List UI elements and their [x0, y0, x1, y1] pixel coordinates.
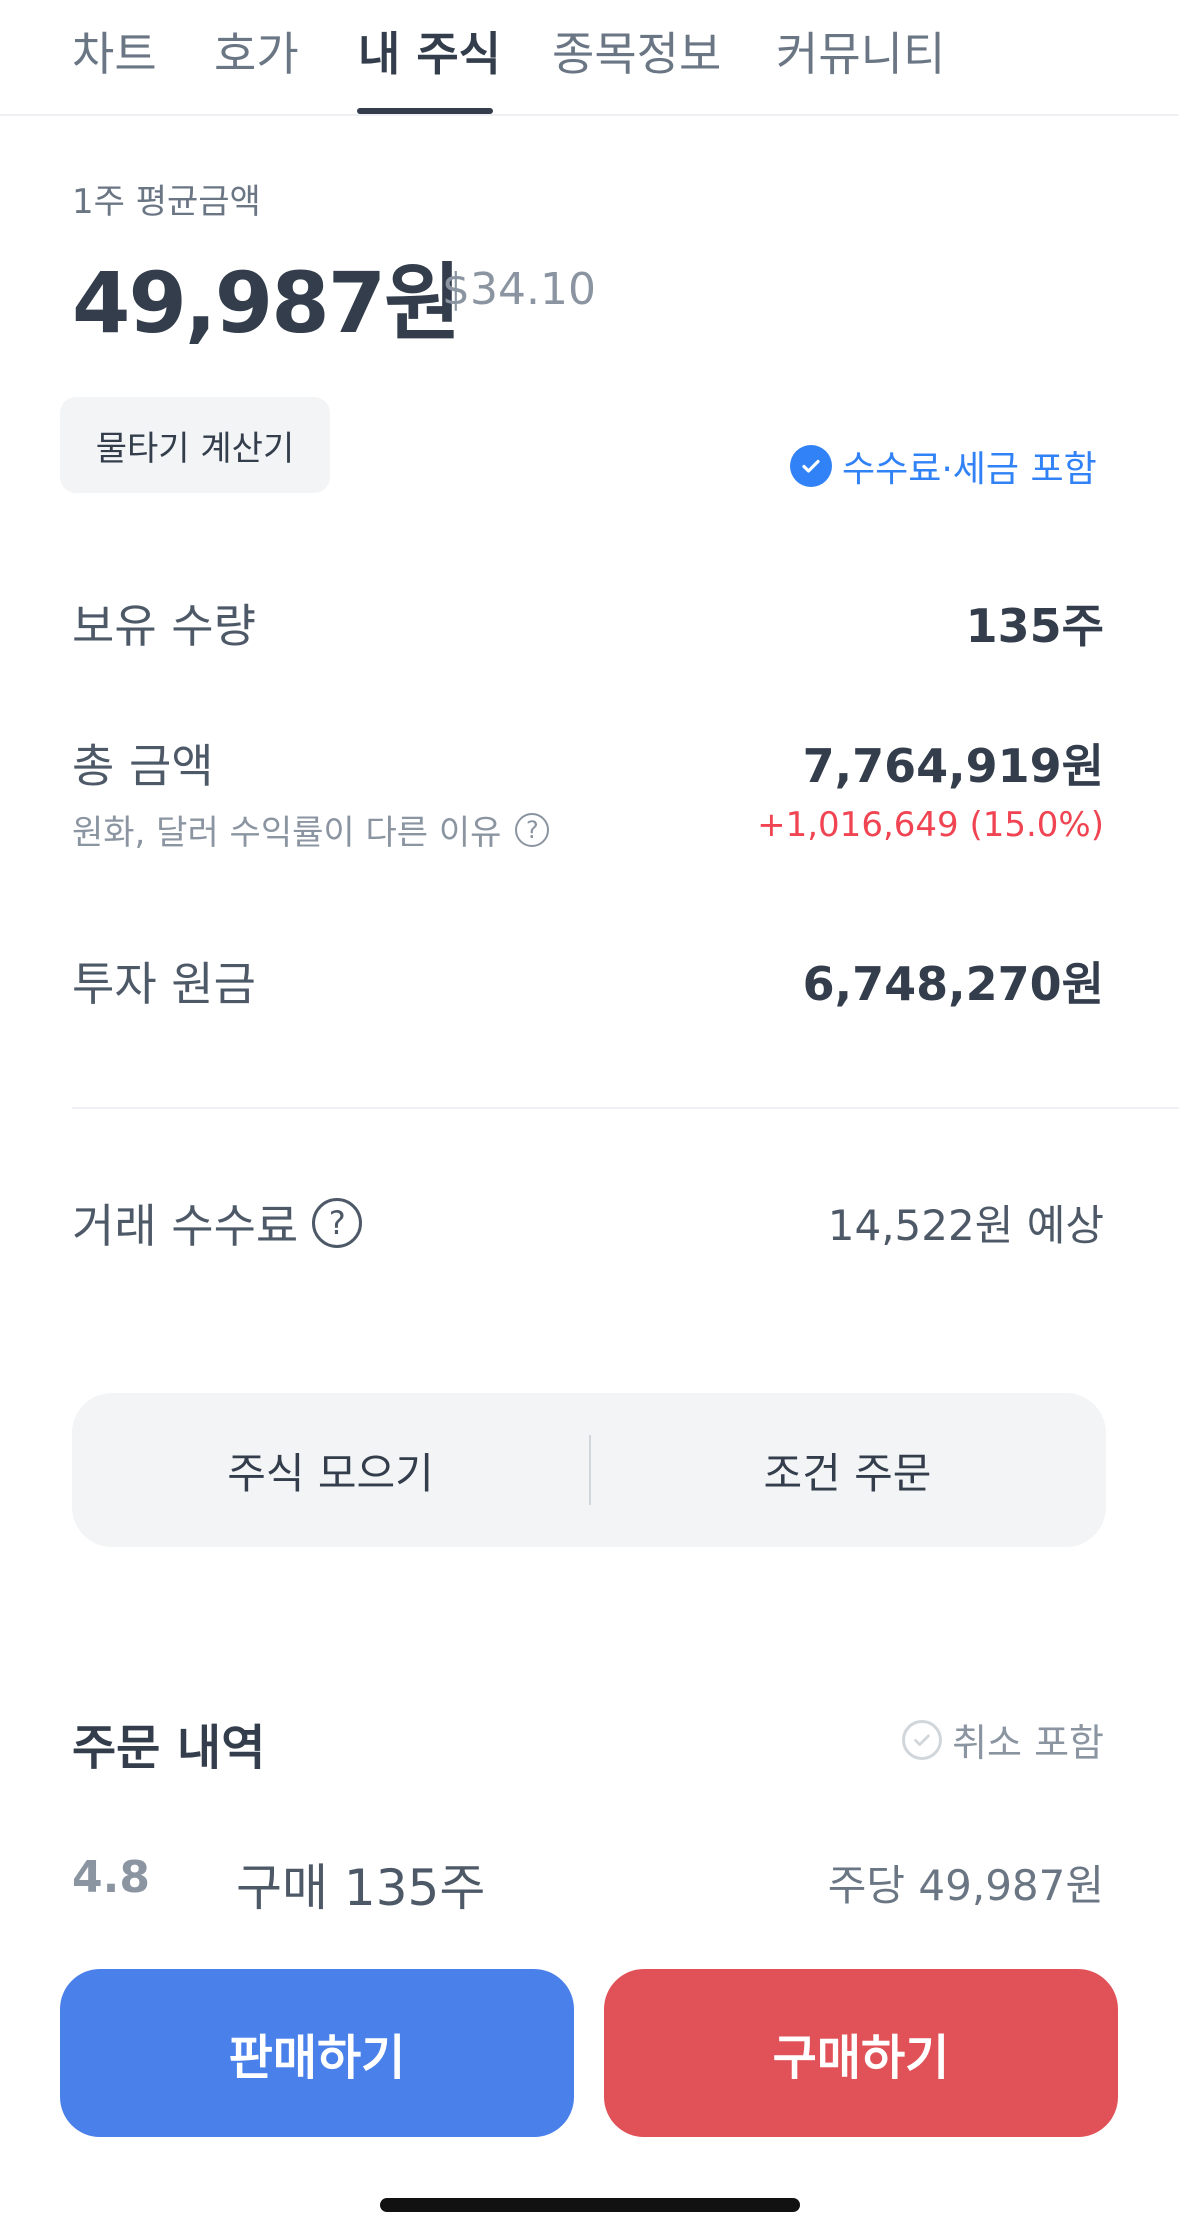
sell-button[interactable]: 판매하기 — [60, 1969, 574, 2137]
avg-price-usd: $34.10 — [442, 264, 596, 315]
tab-bar: 차트 호가 내 주식 종목정보 커뮤니티 — [0, 0, 1179, 116]
order-history-title: 주문 내역 — [72, 1720, 266, 1776]
currency-return-info-label: 원화, 달러 수익률이 다른 이유 — [72, 813, 502, 853]
question-icon: ? — [515, 812, 550, 847]
avg-price-label: 1주 평균금액 — [72, 182, 261, 222]
include-cancelled-toggle[interactable]: 취소 포함 — [902, 1712, 1104, 1767]
principal-value: 6,748,270원 — [802, 957, 1104, 1011]
stock-accumulate-button[interactable]: 주식 모으기 — [72, 1393, 589, 1547]
conditional-order-button[interactable]: 조건 주문 — [589, 1393, 1106, 1547]
trading-fee-label: 거래 수수료 — [72, 1199, 299, 1253]
tab-orderbook[interactable]: 호가 — [214, 18, 299, 84]
quantity-value: 135주 — [965, 599, 1104, 653]
fee-tax-toggle-label: 수수료·세금 포함 — [842, 449, 1097, 490]
averaging-calculator-button[interactable]: 물타기 계산기 — [60, 397, 330, 493]
order-price: 주당 49,987원 — [827, 1861, 1104, 1910]
quantity-label: 보유 수량 — [72, 599, 256, 653]
tab-chart[interactable]: 차트 — [72, 18, 157, 84]
section-divider — [72, 1107, 1179, 1109]
check-circle-icon — [790, 445, 832, 487]
check-circle-outline-icon — [902, 1719, 943, 1760]
question-icon: ? — [312, 1198, 363, 1248]
order-options-group: 주식 모으기 조건 주문 — [72, 1393, 1106, 1547]
total-amount-value: 7,764,919원 — [802, 739, 1104, 793]
order-description: 구매 135주 — [236, 1859, 486, 1917]
tab-community[interactable]: 커뮤니티 — [776, 18, 945, 84]
tab-my-stock[interactable]: 내 주식 — [358, 18, 501, 84]
avg-price-value: 49,987원 — [72, 254, 461, 352]
profit-value: +1,016,649 (15.0%) — [757, 805, 1104, 845]
trading-fee-info[interactable]: 거래 수수료 ? — [72, 1190, 363, 1256]
fee-tax-toggle[interactable]: 수수료·세금 포함 — [790, 440, 1097, 492]
total-amount-label: 총 금액 — [72, 739, 214, 793]
buy-button[interactable]: 구매하기 — [604, 1969, 1118, 2137]
active-tab-indicator — [357, 108, 493, 114]
trading-fee-value: 14,522원 예상 — [827, 1201, 1104, 1250]
include-cancelled-label: 취소 포함 — [952, 1721, 1104, 1765]
home-indicator[interactable] — [380, 2198, 800, 2212]
currency-return-info[interactable]: 원화, 달러 수익률이 다른 이유 ? — [72, 805, 550, 854]
tab-stock-info[interactable]: 종목정보 — [552, 18, 721, 84]
principal-label: 투자 원금 — [72, 957, 256, 1011]
order-date: 4.8 — [72, 1852, 150, 1903]
